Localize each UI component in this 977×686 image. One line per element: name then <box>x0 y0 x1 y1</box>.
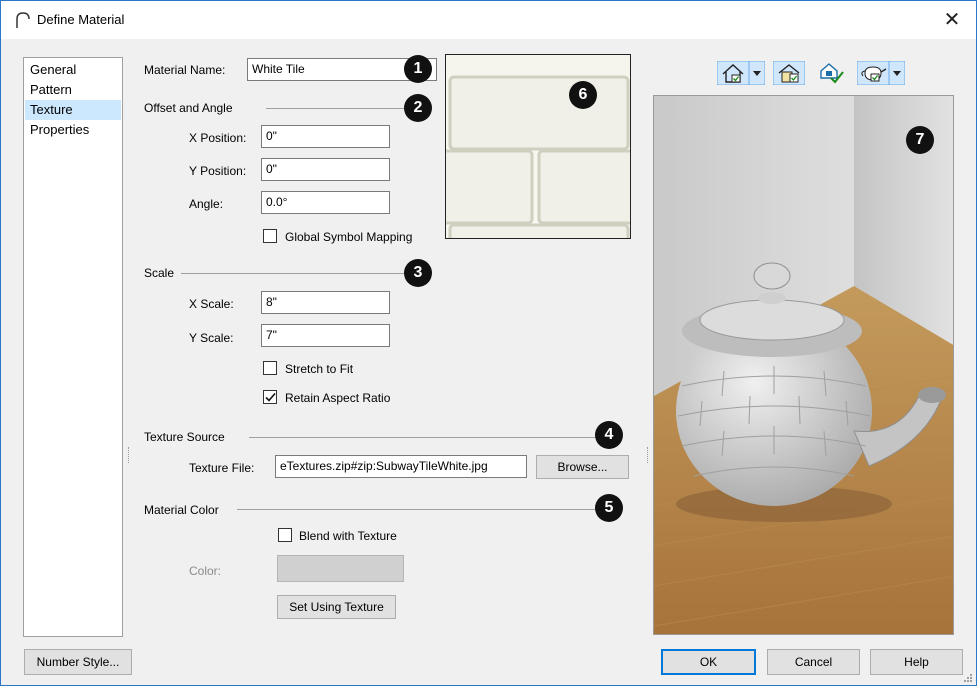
page-view-button[interactable] <box>772 60 806 86</box>
browse-button[interactable]: Browse... <box>536 455 629 479</box>
offset-angle-header: Offset and Angle <box>144 101 233 115</box>
global-symbol-mapping-checkbox[interactable] <box>263 229 277 243</box>
splitter-grip-left[interactable] <box>128 447 130 463</box>
x-scale-input[interactable]: 8" <box>261 291 390 314</box>
nav-item-properties[interactable]: Properties <box>25 120 121 140</box>
callout-badge-6: 6 <box>569 81 597 109</box>
nav-item-general[interactable]: General <box>25 60 121 80</box>
nav-item-pattern[interactable]: Pattern <box>25 80 121 100</box>
material-color-divider <box>237 509 597 510</box>
color-label: Color: <box>189 564 222 578</box>
texture-source-divider <box>249 437 597 438</box>
subway-tile-texture-image <box>446 55 630 238</box>
stretch-to-fit-checkbox[interactable] <box>263 361 277 375</box>
house-view-button[interactable] <box>716 60 766 86</box>
texture-file-label: Texture File: <box>189 461 255 475</box>
y-position-label: Y Position: <box>189 164 247 178</box>
blend-with-texture-label: Blend with Texture <box>299 529 397 543</box>
scale-divider <box>181 273 406 274</box>
blend-with-texture-checkbox[interactable] <box>278 528 292 542</box>
category-list: General Pattern Texture Properties <box>23 57 123 637</box>
y-scale-input[interactable]: 7" <box>261 324 390 347</box>
app-logo-icon <box>16 12 30 28</box>
x-position-label: X Position: <box>189 131 247 145</box>
material-render-preview[interactable]: 7 <box>653 95 954 635</box>
number-style-button[interactable]: Number Style... <box>24 649 132 675</box>
retain-aspect-ratio-label: Retain Aspect Ratio <box>285 391 391 405</box>
callout-badge-1: 1 <box>404 55 432 83</box>
callout-badge-7: 7 <box>906 126 934 154</box>
material-color-header: Material Color <box>144 503 219 517</box>
angle-input[interactable]: 0.0° <box>261 191 390 214</box>
texture-preview: 6 <box>445 54 631 239</box>
scale-header: Scale <box>144 266 175 280</box>
stretch-to-fit-label: Stretch to Fit <box>285 362 354 376</box>
callout-badge-5: 5 <box>595 494 623 522</box>
house-check-icon <box>820 63 844 84</box>
cancel-button[interactable]: Cancel <box>767 649 860 675</box>
color-swatch[interactable] <box>277 555 404 582</box>
texture-file-input[interactable]: eTextures.zip#zip:SubwayTileWhite.jpg <box>275 455 527 478</box>
help-button[interactable]: Help <box>870 649 963 675</box>
resize-grip-icon[interactable] <box>963 673 973 683</box>
window-title: Define Material <box>37 12 125 27</box>
callout-badge-4: 4 <box>595 421 623 449</box>
retain-aspect-ratio-checkbox[interactable] <box>263 390 277 404</box>
texture-source-header: Texture Source <box>144 430 225 444</box>
y-scale-label: Y Scale: <box>189 331 234 345</box>
callout-badge-3: 3 <box>404 259 432 287</box>
title-bar: Define Material ✕ <box>1 1 976 39</box>
callout-badge-2: 2 <box>404 94 432 122</box>
set-using-texture-button[interactable]: Set Using Texture <box>277 595 396 619</box>
global-symbol-mapping-label: Global Symbol Mapping <box>285 230 413 244</box>
splitter-grip-right[interactable] <box>647 447 649 463</box>
house-check-button[interactable] <box>817 61 845 85</box>
teapot-view-button[interactable] <box>856 60 906 86</box>
angle-label: Angle: <box>189 197 224 211</box>
offset-angle-divider <box>266 108 406 109</box>
teapot-render-image <box>654 96 953 634</box>
x-position-input[interactable]: 0" <box>261 125 390 148</box>
close-button[interactable]: ✕ <box>938 7 966 33</box>
define-material-dialog: Define Material ✕ General Pattern Textur… <box>0 0 977 686</box>
y-position-input[interactable]: 0" <box>261 158 390 181</box>
ok-button[interactable]: OK <box>661 649 756 675</box>
checkmark-icon <box>265 392 276 402</box>
close-icon: ✕ <box>943 9 961 31</box>
x-scale-label: X Scale: <box>189 297 234 311</box>
material-name-label: Material Name: <box>144 63 226 77</box>
nav-item-texture[interactable]: Texture <box>25 100 121 120</box>
